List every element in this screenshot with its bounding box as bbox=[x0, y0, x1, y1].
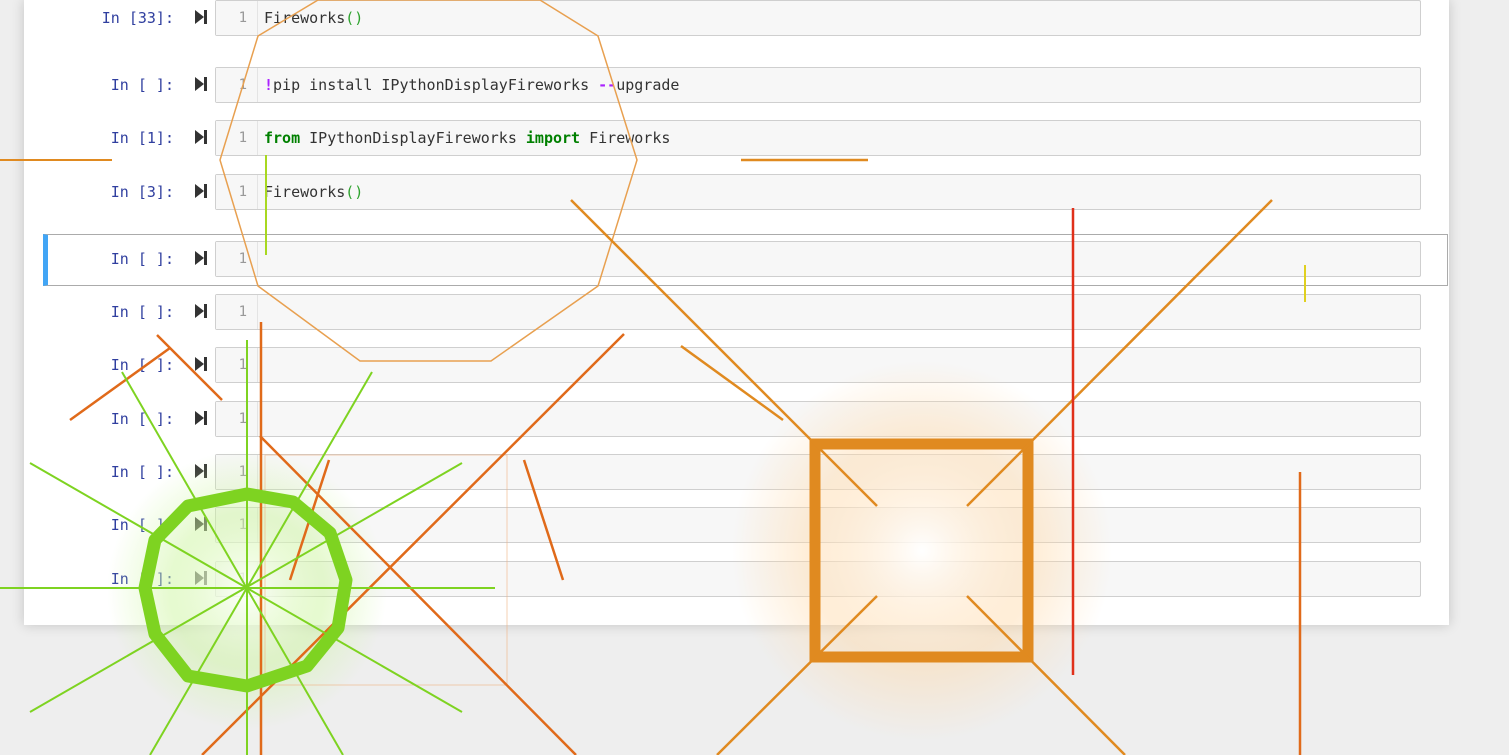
code-token: Fireworks bbox=[264, 183, 346, 201]
input-prompt: In [3]: bbox=[110, 183, 174, 201]
code-input-area[interactable]: 1 bbox=[215, 454, 1421, 490]
line-number: 1 bbox=[216, 68, 258, 102]
code-token: () bbox=[345, 9, 364, 27]
input-prompt: In [ ]: bbox=[110, 410, 174, 428]
code-token: upgrade bbox=[616, 76, 680, 94]
run-cell-icon[interactable] bbox=[194, 250, 208, 266]
code-cell[interactable]: In [ ]: 1 bbox=[24, 507, 1449, 545]
run-cell-icon[interactable] bbox=[194, 516, 208, 532]
code-input-area[interactable]: 1 bbox=[215, 347, 1421, 383]
code-input-area[interactable]: 1 bbox=[215, 561, 1421, 597]
code-input-area[interactable]: 1 bbox=[215, 241, 1421, 277]
input-prompt: In [ ]: bbox=[110, 570, 174, 588]
code-input-area[interactable]: 1 !pip install IPythonDisplayFireworks -… bbox=[215, 67, 1421, 103]
run-cell-icon[interactable] bbox=[194, 183, 208, 199]
line-number: 1 bbox=[216, 562, 258, 596]
line-number: 1 bbox=[216, 121, 258, 155]
code-input-area[interactable]: 1 Fireworks() bbox=[215, 0, 1421, 36]
code-token: pip install IPythonDisplayFireworks bbox=[273, 76, 599, 94]
run-cell-icon[interactable] bbox=[194, 76, 208, 92]
input-prompt: In [33]: bbox=[101, 9, 174, 27]
run-cell-icon[interactable] bbox=[194, 410, 208, 426]
input-prompt: In [1]: bbox=[110, 129, 174, 147]
run-cell-icon[interactable] bbox=[194, 303, 208, 319]
input-prompt: In [ ]: bbox=[110, 516, 174, 534]
run-cell-icon[interactable] bbox=[194, 570, 208, 586]
code-input-area[interactable]: 1 bbox=[215, 401, 1421, 437]
code-token: () bbox=[345, 183, 364, 201]
line-number: 1 bbox=[216, 508, 258, 542]
input-prompt: In [ ]: bbox=[110, 250, 174, 268]
line-number: 1 bbox=[216, 1, 258, 35]
input-prompt: In [ ]: bbox=[110, 76, 174, 94]
code-token: IPythonDisplayFireworks bbox=[300, 129, 526, 147]
code-line[interactable]: !pip install IPythonDisplayFireworks --u… bbox=[264, 68, 679, 102]
run-cell-icon[interactable] bbox=[194, 356, 208, 372]
code-input-area[interactable]: 1 Fireworks() bbox=[215, 174, 1421, 210]
code-line[interactable]: from IPythonDisplayFireworks import Fire… bbox=[264, 121, 670, 155]
code-cell[interactable]: In [ ]: 1 bbox=[24, 454, 1449, 492]
code-token: -- bbox=[598, 76, 617, 94]
code-token: from bbox=[264, 129, 301, 147]
line-number: 1 bbox=[216, 348, 258, 382]
code-cell[interactable]: In [ ]: 1 bbox=[24, 347, 1449, 385]
code-token: Fireworks bbox=[264, 9, 346, 27]
code-cell[interactable]: In [ ]: 1 bbox=[24, 294, 1449, 332]
input-prompt: In [ ]: bbox=[110, 463, 174, 481]
code-token: ! bbox=[264, 76, 274, 94]
code-cell-selected[interactable]: In [ ]: 1 bbox=[43, 234, 1448, 286]
code-input-area[interactable]: 1 from IPythonDisplayFireworks import Fi… bbox=[215, 120, 1421, 156]
code-line[interactable]: Fireworks() bbox=[264, 1, 363, 35]
line-number: 1 bbox=[216, 455, 258, 489]
code-cell[interactable]: In [3]: 1 Fireworks() bbox=[24, 174, 1449, 212]
line-number: 1 bbox=[216, 295, 258, 329]
code-input-area[interactable]: 1 bbox=[215, 294, 1421, 330]
line-number: 1 bbox=[216, 242, 258, 276]
code-cell[interactable]: In [ ]: 1 bbox=[24, 401, 1449, 439]
input-prompt: In [ ]: bbox=[110, 303, 174, 321]
code-token: Fireworks bbox=[580, 129, 671, 147]
code-token: import bbox=[525, 129, 581, 147]
line-number: 1 bbox=[216, 402, 258, 436]
notebook-container: In [33]: 1 Fireworks() In [ ]: 1 !pip in… bbox=[24, 0, 1449, 625]
code-cell[interactable]: In [ ]: 1 !pip install IPythonDisplayFir… bbox=[24, 67, 1449, 105]
code-cell[interactable]: In [1]: 1 from IPythonDisplayFireworks i… bbox=[24, 120, 1449, 158]
code-cell[interactable]: In [ ]: 1 bbox=[24, 561, 1449, 599]
run-cell-icon[interactable] bbox=[194, 9, 208, 25]
line-number: 1 bbox=[216, 175, 258, 209]
code-line[interactable]: Fireworks() bbox=[264, 175, 363, 209]
run-cell-icon[interactable] bbox=[194, 463, 208, 479]
input-prompt: In [ ]: bbox=[110, 356, 174, 374]
code-cell[interactable]: In [33]: 1 Fireworks() bbox=[24, 0, 1449, 38]
run-cell-icon[interactable] bbox=[194, 129, 208, 145]
code-input-area[interactable]: 1 bbox=[215, 507, 1421, 543]
